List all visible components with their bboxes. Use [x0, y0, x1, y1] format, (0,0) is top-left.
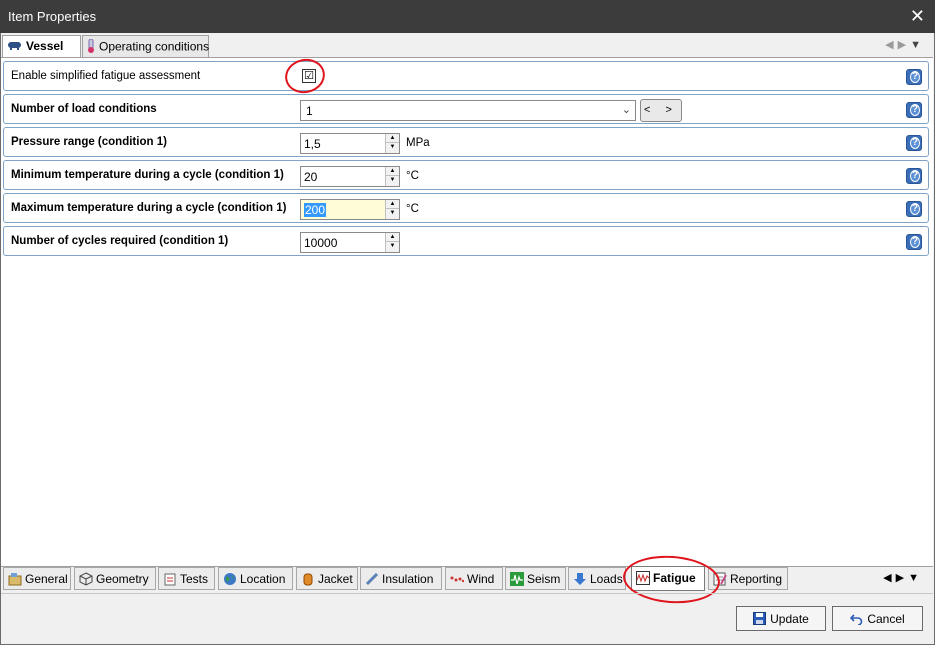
tab-jacket[interactable]: Jacket [296, 567, 358, 590]
pressure-range-label: Pressure range (condition 1) [11, 136, 167, 148]
thermometer-icon [87, 38, 95, 56]
help-icon[interactable] [906, 102, 922, 118]
tab-insulation-label: Insulation [382, 572, 434, 586]
row-max-temperature: Maximum temperature during a cycle (cond… [3, 193, 929, 223]
close-icon[interactable]: ✕ [910, 6, 925, 27]
min-temperature-input[interactable]: 20 ▲ ▼ [300, 166, 400, 187]
help-icon[interactable] [906, 69, 922, 85]
max-temperature-label: Maximum temperature during a cycle (cond… [11, 202, 287, 214]
row-cycles-required: Number of cycles required (condition 1) … [3, 226, 929, 256]
max-temperature-value: 200 [304, 203, 327, 217]
spinner-buttons[interactable]: ▲ ▼ [385, 134, 399, 153]
min-temperature-unit: °C [406, 170, 419, 182]
spin-up-icon[interactable]: ▲ [386, 233, 399, 242]
spinner-buttons[interactable]: ▲ ▼ [385, 167, 399, 186]
row-pressure-range: Pressure range (condition 1) 1,5 ▲ ▼ MPa [3, 127, 929, 157]
tab-reporting[interactable]: Reporting [708, 567, 788, 590]
spin-down-icon[interactable]: ▼ [386, 209, 399, 218]
help-icon[interactable] [906, 168, 922, 184]
scroll-left-icon[interactable]: ◀ [885, 39, 897, 51]
footer-divider [1, 593, 933, 594]
tab-vessel-label: Vessel [26, 39, 64, 53]
pressure-unit: MPa [406, 137, 430, 149]
update-label: Update [770, 612, 809, 626]
window-title: Item Properties [8, 9, 97, 24]
scroll-right-icon[interactable]: ▶ [896, 572, 908, 584]
loads-icon [574, 573, 586, 585]
update-button[interactable]: Update [736, 606, 826, 631]
condition-nav-buttons[interactable]: < > [640, 99, 682, 122]
tests-icon [164, 573, 176, 586]
spin-up-icon[interactable]: ▲ [386, 134, 399, 143]
tab-insulation[interactable]: Insulation [360, 567, 442, 590]
tab-general[interactable]: General [3, 567, 71, 590]
tab-loads-label: Loads [590, 572, 623, 586]
load-conditions-value: 1 [306, 104, 313, 118]
jacket-icon [303, 573, 313, 586]
spinner-buttons[interactable]: ▲ ▼ [385, 233, 399, 252]
spinner-buttons[interactable]: ▲ ▼ [385, 200, 399, 219]
tab-operating-conditions[interactable]: Operating conditions [82, 35, 209, 58]
tab-location[interactable]: Location [218, 567, 293, 590]
chevron-down-icon[interactable]: ⌄ [622, 103, 631, 116]
scroll-right-icon[interactable]: ▶ [898, 39, 910, 51]
pressure-range-value: 1,5 [304, 137, 321, 151]
seism-icon [510, 572, 524, 586]
tab-location-label: Location [240, 572, 286, 586]
save-icon [753, 612, 767, 625]
max-temperature-input[interactable]: 200 ▲ ▼ [300, 199, 400, 220]
cancel-button[interactable]: Cancel [832, 606, 923, 631]
tab-list-dropdown-icon[interactable]: ▼ [908, 572, 923, 584]
cycles-required-input[interactable]: 10000 ▲ ▼ [300, 232, 400, 253]
wind-icon [450, 576, 464, 583]
spin-down-icon[interactable]: ▼ [386, 143, 399, 152]
cycles-required-label: Number of cycles required (condition 1) [11, 235, 229, 247]
load-conditions-select[interactable]: 1 ⌄ [300, 100, 636, 121]
min-temperature-value: 20 [304, 170, 318, 184]
tab-general-label: General [25, 572, 68, 586]
bottom-tab-scroll[interactable]: ◀▶▼ [883, 571, 923, 584]
load-conditions-label: Number of load conditions [11, 103, 157, 115]
vessel-icon [7, 40, 22, 54]
top-tab-scroll[interactable]: ◀▶▼ [885, 38, 925, 51]
spin-up-icon[interactable]: ▲ [386, 200, 399, 209]
tab-wind[interactable]: Wind [445, 567, 503, 590]
tab-jacket-label: Jacket [318, 572, 353, 586]
tab-vessel[interactable]: Vessel [2, 35, 81, 59]
cycles-required-value: 10000 [304, 236, 338, 250]
enable-fatigue-label: Enable simplified fatigue assessment [11, 70, 201, 82]
spin-down-icon[interactable]: ▼ [386, 176, 399, 185]
pressure-range-input[interactable]: 1,5 ▲ ▼ [300, 133, 400, 154]
tab-loads[interactable]: Loads [568, 567, 626, 590]
undo-icon [850, 614, 863, 625]
tab-tests[interactable]: Tests [158, 567, 215, 590]
min-temperature-label: Minimum temperature during a cycle (cond… [11, 169, 284, 181]
tab-wind-label: Wind [467, 572, 495, 586]
tab-geometry-label: Geometry [96, 572, 149, 586]
tab-geometry[interactable]: Geometry [74, 567, 156, 590]
tab-seism-label: Seism [527, 572, 561, 586]
row-min-temperature: Minimum temperature during a cycle (cond… [3, 160, 929, 190]
help-icon[interactable] [906, 234, 922, 250]
geometry-icon [79, 572, 93, 586]
globe-icon [224, 573, 236, 585]
cancel-label: Cancel [867, 612, 905, 626]
row-enable-fatigue: Enable simplified fatigue assessment ☑ [3, 61, 929, 91]
help-icon[interactable] [906, 135, 922, 151]
tab-seism[interactable]: Seism [505, 567, 566, 590]
tab-operating-conditions-label: Operating conditions [99, 39, 210, 54]
spin-down-icon[interactable]: ▼ [386, 242, 399, 251]
title-bar: Item Properties ✕ [0, 0, 935, 33]
scroll-left-icon[interactable]: ◀ [883, 572, 895, 584]
tab-list-dropdown-icon[interactable]: ▼ [910, 39, 925, 51]
row-load-conditions: Number of load conditions 1 ⌄ < > [3, 94, 929, 124]
tab-tests-label: Tests [180, 572, 209, 586]
general-icon [8, 573, 22, 586]
help-icon[interactable] [906, 201, 922, 217]
max-temperature-unit: °C [406, 203, 419, 215]
insulation-icon [365, 572, 379, 586]
spin-up-icon[interactable]: ▲ [386, 167, 399, 176]
tab-reporting-label: Reporting [730, 572, 783, 586]
